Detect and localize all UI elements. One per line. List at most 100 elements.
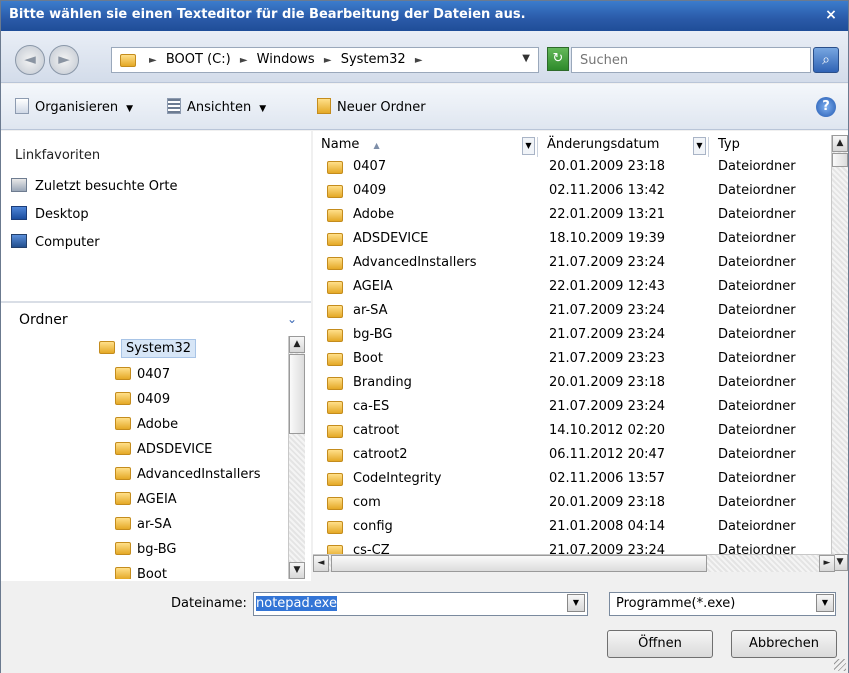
close-button[interactable]: ×	[820, 7, 842, 25]
favorite-recent-places[interactable]: Zuletzt besuchte Orte	[11, 178, 177, 198]
column-filter-icon[interactable]: ▼	[522, 137, 535, 155]
views-button[interactable]: Ansichten ▼	[167, 98, 266, 115]
folder-icon	[120, 54, 136, 67]
file-row[interactable]: CodeIntegrity 02.11.2006 13:57 Dateiordner	[313, 469, 831, 491]
file-row[interactable]: Branding 20.01.2009 23:18 Dateiordner	[313, 373, 831, 395]
file-row[interactable]: config 21.01.2008 04:14 Dateiordner	[313, 517, 831, 539]
search-icon[interactable]: ⌕	[813, 47, 839, 73]
folder-tree-scrollbar[interactable]: ▲ ▼	[288, 336, 305, 579]
tree-item-system32[interactable]: System32	[99, 339, 197, 363]
filename-value[interactable]: notepad.exe	[256, 596, 337, 611]
filename-field[interactable]: notepad.exe	[253, 592, 588, 616]
file-list-hscrollbar[interactable]: ◄ ►	[313, 554, 835, 572]
folder-icon	[327, 185, 343, 198]
scroll-thumb[interactable]	[289, 354, 305, 434]
file-type: Dateiordner	[718, 399, 796, 414]
crumb-separator[interactable]: ►	[324, 55, 332, 66]
refresh-button[interactable]: ↻	[547, 47, 569, 71]
favorite-computer[interactable]: Computer	[11, 234, 100, 254]
file-row[interactable]: Boot 21.07.2009 23:23 Dateiordner	[313, 349, 831, 371]
filename-dropdown-icon[interactable]: ▼	[567, 594, 585, 612]
tree-item[interactable]: AdvancedInstallers	[115, 467, 260, 489]
file-row[interactable]: catroot 14.10.2012 02:20 Dateiordner	[313, 421, 831, 443]
column-filter-icon[interactable]: ▼	[693, 137, 706, 155]
sort-ascending-icon: ▲	[373, 141, 380, 150]
help-icon[interactable]: ?	[816, 97, 836, 117]
resize-grip[interactable]	[834, 659, 846, 671]
scroll-left-icon[interactable]: ◄	[313, 555, 329, 572]
filetype-dropdown-icon[interactable]: ▼	[816, 594, 834, 612]
column-name[interactable]: Name ▲ ▼	[313, 137, 538, 157]
file-date: 22.01.2009 12:43	[549, 279, 666, 294]
breadcrumb-windows[interactable]: Windows	[257, 52, 315, 67]
address-bar[interactable]: ► BOOT (C:) ► Windows ► System32 ► ▼	[111, 47, 539, 73]
file-date: 18.10.2009 19:39	[549, 231, 666, 246]
folder-icon	[115, 467, 131, 480]
pane-splitter[interactable]	[1, 301, 311, 303]
forward-button[interactable]: ►	[49, 45, 79, 75]
file-name: 0407	[353, 159, 387, 174]
file-date: 21.07.2009 23:24	[549, 399, 666, 414]
filetype-select[interactable]: Programme(*.exe)	[609, 592, 836, 616]
file-row[interactable]: ADSDEVICE 18.10.2009 19:39 Dateiordner	[313, 229, 831, 251]
column-type[interactable]: Typ	[710, 137, 835, 157]
file-row[interactable]: bg-BG 21.07.2009 23:24 Dateiordner	[313, 325, 831, 347]
tree-item[interactable]: 0409	[115, 392, 170, 414]
collapse-folders-icon[interactable]: ⌄	[287, 312, 297, 326]
scroll-thumb[interactable]	[331, 555, 707, 572]
file-list-scrollbar[interactable]: ▲ ▼	[831, 135, 848, 571]
file-open-dialog: Bitte wählen sie einen Texteditor für di…	[0, 0, 849, 673]
breadcrumb-system32[interactable]: System32	[341, 52, 406, 67]
file-row[interactable]: AGEIA 22.01.2009 12:43 Dateiordner	[313, 277, 831, 299]
column-date[interactable]: Änderungsdatum ▼	[539, 137, 709, 157]
file-row[interactable]: Adobe 22.01.2009 13:21 Dateiordner	[313, 205, 831, 227]
favorite-label: Zuletzt besuchte Orte	[35, 179, 178, 194]
scroll-up-icon[interactable]: ▲	[832, 135, 848, 152]
crumb-separator[interactable]: ►	[240, 55, 248, 66]
address-dropdown-icon[interactable]: ▼	[522, 53, 530, 64]
tree-item-label: bg-BG	[137, 542, 177, 557]
scroll-down-icon[interactable]: ▼	[289, 562, 305, 579]
search-input[interactable]	[572, 48, 810, 72]
favorites-heading: Linkfavoriten	[15, 148, 101, 163]
scroll-right-icon[interactable]: ►	[819, 555, 835, 572]
cancel-button[interactable]: Abbrechen	[731, 630, 837, 658]
folders-heading[interactable]: Ordner	[19, 312, 68, 328]
folder-icon	[99, 341, 115, 354]
file-name: AGEIA	[353, 279, 393, 294]
file-row[interactable]: com 20.01.2009 23:18 Dateiordner	[313, 493, 831, 515]
folder-icon	[327, 305, 343, 318]
search-box[interactable]	[571, 47, 811, 73]
scroll-thumb[interactable]	[832, 153, 848, 167]
file-row[interactable]: catroot2 06.11.2012 20:47 Dateiordner	[313, 445, 831, 467]
tree-item-label: Boot	[137, 567, 167, 579]
file-name: config	[353, 519, 393, 534]
back-button[interactable]: ◄	[15, 45, 45, 75]
file-row[interactable]: 0407 20.01.2009 23:18 Dateiordner	[313, 157, 831, 179]
file-row[interactable]: ca-ES 21.07.2009 23:24 Dateiordner	[313, 397, 831, 419]
tree-item[interactable]: AGEIA	[115, 492, 177, 514]
crumb-separator[interactable]: ►	[415, 55, 423, 66]
organize-button[interactable]: Organisieren ▼	[15, 98, 133, 115]
open-button[interactable]: Öffnen	[607, 630, 713, 658]
tree-item-label: AdvancedInstallers	[137, 467, 261, 482]
favorite-desktop[interactable]: Desktop	[11, 206, 89, 226]
file-row[interactable]: 0409 02.11.2006 13:42 Dateiordner	[313, 181, 831, 203]
tree-item[interactable]: ar-SA	[115, 517, 172, 539]
breadcrumb-drive[interactable]: BOOT (C:)	[166, 52, 231, 67]
tree-item[interactable]: 0407	[115, 367, 170, 389]
navigation-pane: Linkfavoriten Zuletzt besuchte Orte Desk…	[1, 131, 311, 581]
file-type: Dateiordner	[718, 207, 796, 222]
scroll-up-icon[interactable]: ▲	[289, 336, 305, 353]
tree-item-label: 0407	[137, 367, 171, 382]
file-name: ADSDEVICE	[353, 231, 429, 246]
file-name: Boot	[353, 351, 383, 366]
tree-item[interactable]: bg-BG	[115, 542, 177, 564]
file-row[interactable]: AdvancedInstallers 21.07.2009 23:24 Dateio…	[313, 253, 831, 275]
command-bar: Organisieren ▼ Ansichten ▼ Neuer Ordner ?	[1, 84, 848, 130]
file-row[interactable]: ar-SA 21.07.2009 23:24 Dateiordner	[313, 301, 831, 323]
tree-item[interactable]: Adobe	[115, 417, 178, 439]
tree-item[interactable]: ADSDEVICE	[115, 442, 212, 464]
new-folder-button[interactable]: Neuer Ordner	[317, 98, 426, 115]
tree-item[interactable]: Boot	[115, 567, 167, 579]
